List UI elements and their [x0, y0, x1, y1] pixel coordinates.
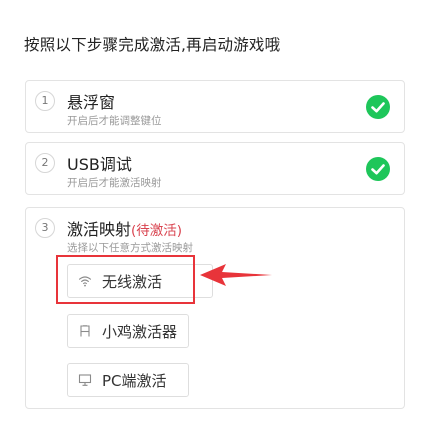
step-number: 1 — [35, 91, 55, 111]
method-label: 无线激活 — [102, 272, 163, 291]
chick-activator-button[interactable]: 小鸡激活器 — [67, 314, 189, 348]
pc-activate-button[interactable]: PC端激活 — [67, 363, 189, 397]
step-description: 开启后才能调整键位 — [67, 115, 162, 127]
step-card-floating-window: 1 悬浮窗 开启后才能调整键位 — [25, 80, 405, 133]
step-card-activate-mapping: 3 激活映射(待激活) 选择以下任意方式激活映射 无线激活 小鸡激活器 PC端激… — [25, 207, 405, 409]
method-label: 小鸡激活器 — [102, 322, 178, 341]
page-title: 按照以下步骤完成激活,再启动游戏哦 — [24, 36, 281, 54]
step-title: USB调试 — [67, 155, 132, 174]
status-badge: (待激活) — [131, 223, 183, 239]
wifi-icon — [78, 276, 92, 287]
monitor-icon — [78, 374, 92, 386]
step-description: 选择以下任意方式激活映射 — [67, 242, 193, 254]
chick-activator-icon — [80, 325, 90, 337]
step-title: 悬浮窗 — [67, 93, 116, 112]
step-card-usb-debugging: 2 USB调试 开启后才能激活映射 — [25, 142, 405, 195]
check-circle-icon — [366, 95, 390, 119]
step-number: 2 — [35, 153, 55, 173]
arrow-left-icon — [200, 264, 272, 286]
step-description: 开启后才能激活映射 — [67, 177, 162, 189]
check-circle-icon — [366, 157, 390, 181]
wireless-activate-button[interactable]: 无线激活 — [67, 264, 213, 298]
step-title-text: 激活映射 — [67, 220, 132, 239]
step-number: 3 — [35, 218, 55, 238]
method-label: PC端激活 — [102, 371, 167, 390]
step-title: 激活映射(待激活) — [67, 216, 182, 240]
